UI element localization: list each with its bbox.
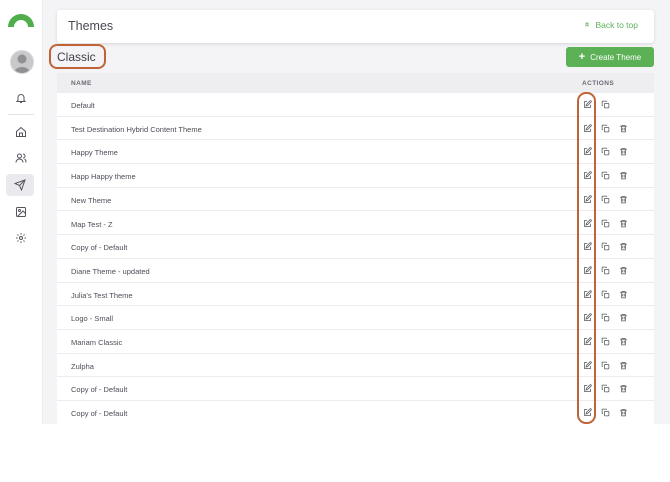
- delete-icon[interactable]: [618, 407, 629, 418]
- table-row: Logo - Small: [57, 306, 654, 330]
- delete-icon[interactable]: [618, 123, 629, 134]
- table-row: Copy of - Default: [57, 377, 654, 402]
- duplicate-icon[interactable]: [600, 170, 611, 181]
- table-header: NAME ACTIONS: [57, 73, 654, 93]
- table-row: Diane Theme - updated: [57, 259, 654, 283]
- create-theme-button[interactable]: + Create Theme: [566, 47, 654, 67]
- duplicate-icon[interactable]: [600, 383, 611, 394]
- delete-icon[interactable]: [618, 146, 629, 157]
- theme-name: Test Destination Hybrid Content Theme: [71, 124, 202, 134]
- page-title: Themes: [68, 19, 114, 33]
- brand-logo: [6, 10, 36, 33]
- duplicate-icon[interactable]: [600, 194, 611, 205]
- sidebar-divider: [8, 114, 34, 115]
- theme-name: New Theme: [71, 195, 112, 205]
- duplicate-icon[interactable]: [600, 289, 611, 300]
- duplicate-icon[interactable]: [600, 146, 611, 157]
- annotation-highlight-title: [49, 44, 106, 69]
- back-to-top-link[interactable]: Back to top: [583, 20, 638, 30]
- notification-bell-icon[interactable]: [11, 88, 31, 108]
- delete-icon[interactable]: [618, 194, 629, 205]
- table-row: Copy of - Default: [57, 235, 654, 259]
- delete-icon[interactable]: [618, 218, 629, 229]
- table-row: Mariam Classic: [57, 330, 654, 354]
- chevrons-up-icon: [583, 20, 591, 30]
- theme-name: Happ Happy theme: [71, 172, 136, 182]
- table-row: Zulpha: [57, 354, 654, 378]
- duplicate-icon[interactable]: [600, 241, 611, 252]
- image-icon[interactable]: [11, 202, 31, 222]
- theme-name: Diane Theme - updated: [71, 266, 150, 276]
- plus-icon: +: [578, 50, 586, 63]
- duplicate-icon[interactable]: [600, 407, 611, 418]
- table-row: Copy of - Default: [57, 401, 654, 424]
- users-icon[interactable]: [11, 148, 31, 168]
- delete-icon[interactable]: [618, 241, 629, 252]
- delete-icon[interactable]: [618, 336, 629, 347]
- table-row: Map Test - Z: [57, 212, 654, 236]
- theme-name: Copy of - Default: [71, 385, 128, 395]
- delete-icon[interactable]: [618, 312, 629, 323]
- page-header: Themes Back to top: [57, 10, 654, 43]
- duplicate-icon[interactable]: [600, 218, 611, 229]
- delete-icon[interactable]: [618, 383, 629, 394]
- theme-name: Zulpha: [71, 361, 94, 371]
- duplicate-icon[interactable]: [600, 360, 611, 371]
- theme-name: Default: [71, 101, 95, 110]
- themes-table: NAME ACTIONS Default Test Destination Hyb…: [57, 73, 654, 424]
- table-row: Happ Happy theme: [57, 164, 654, 188]
- duplicate-icon[interactable]: [600, 123, 611, 134]
- theme-name: Map Test - Z: [71, 219, 113, 229]
- table-row: Default: [57, 93, 654, 117]
- duplicate-icon[interactable]: [600, 336, 611, 347]
- settings-icon[interactable]: [11, 228, 31, 248]
- user-avatar[interactable]: [10, 50, 34, 74]
- column-header-actions: ACTIONS: [582, 80, 615, 87]
- create-theme-label: Create Theme: [590, 52, 642, 62]
- delete-icon[interactable]: [618, 360, 629, 371]
- column-header-name: NAME: [71, 80, 92, 87]
- table-row: New Theme: [57, 188, 654, 212]
- table-row: Happy Theme: [57, 140, 654, 165]
- back-to-top-label: Back to top: [595, 20, 638, 30]
- theme-name: Happy Theme: [71, 148, 118, 158]
- home-icon[interactable]: [11, 122, 31, 142]
- table-row: Test Destination Hybrid Content Theme: [57, 117, 654, 141]
- theme-name: Julia's Test Theme: [71, 290, 133, 300]
- duplicate-icon[interactable]: [600, 265, 611, 276]
- duplicate-icon[interactable]: [600, 99, 611, 110]
- annotation-highlight-edit-column: [577, 92, 596, 424]
- theme-name: Copy of - Default: [71, 243, 128, 253]
- table-row: Julia's Test Theme: [57, 283, 654, 307]
- theme-name: Copy of - Default: [71, 409, 128, 419]
- send-icon[interactable]: [6, 174, 34, 196]
- sidebar: [0, 0, 43, 424]
- theme-name: Mariam Classic: [71, 338, 123, 347]
- delete-icon[interactable]: [618, 289, 629, 300]
- delete-icon[interactable]: [618, 265, 629, 276]
- theme-name: Logo - Small: [71, 314, 114, 324]
- duplicate-icon[interactable]: [600, 312, 611, 323]
- delete-icon[interactable]: [618, 170, 629, 181]
